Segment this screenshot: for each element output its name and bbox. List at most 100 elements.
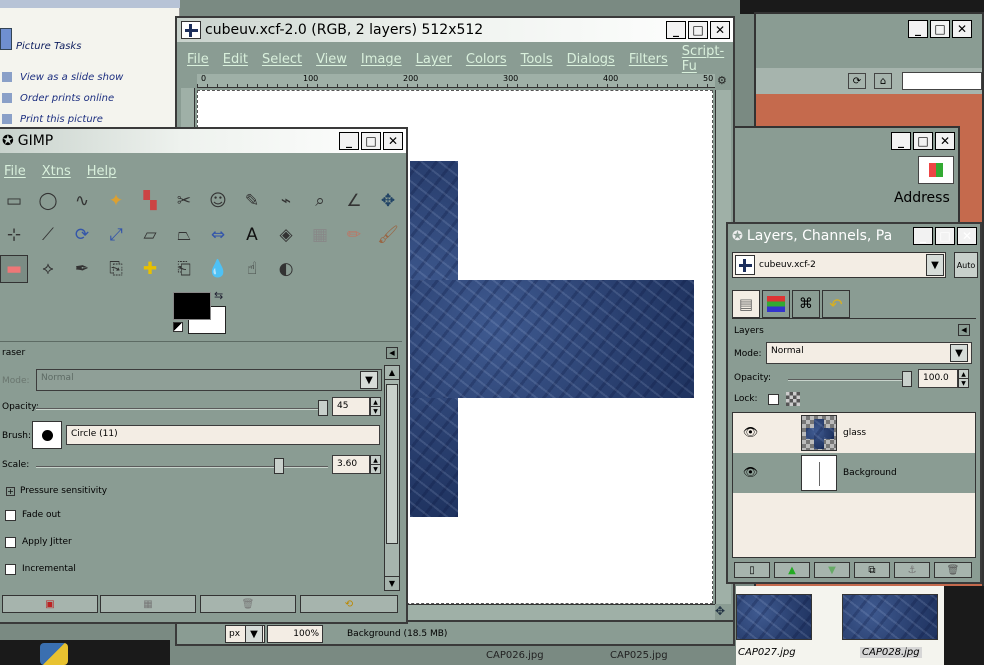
dodge-burn-icon[interactable]: ◐ [272, 255, 300, 283]
scale-field[interactable]: 3.60 [332, 455, 370, 474]
scale-spinner[interactable]: ▲ ▼ [370, 455, 381, 474]
ink-icon[interactable]: ✒ [68, 255, 96, 283]
menu-file[interactable]: File [187, 52, 209, 67]
auto-button[interactable]: Auto [954, 252, 978, 278]
color-picker-icon[interactable]: ⌁ [272, 187, 300, 215]
tab-undo[interactable]: ↶ [822, 290, 850, 318]
tab-paths[interactable]: ⌘ [792, 290, 820, 318]
layer-opacity-spinner[interactable]: ▲ ▼ [958, 369, 969, 388]
minimize-button[interactable]: _ [339, 132, 359, 150]
airbrush-icon[interactable]: ⟡ [34, 255, 62, 283]
opacity-spinner[interactable]: ▲ ▼ [370, 397, 381, 416]
fuzzy-select-icon[interactable]: ✦ [102, 187, 130, 215]
measure-icon[interactable]: ∠ [340, 187, 368, 215]
mode-select[interactable]: Normal [36, 369, 382, 391]
chevron-down-icon[interactable]: ▼ [926, 254, 944, 276]
close-button[interactable]: ✕ [710, 21, 730, 39]
scroll-down-icon[interactable]: ▼ [385, 576, 399, 590]
smudge-icon[interactable]: ☝ [238, 255, 266, 283]
swap-colors-icon[interactable]: ⇆ [214, 289, 223, 302]
default-colors-icon[interactable] [173, 322, 183, 332]
foreground-color-swatch[interactable] [173, 292, 211, 320]
text-icon[interactable]: A [238, 221, 266, 249]
brush-preview[interactable] [32, 421, 62, 449]
explorer-task-slideshow[interactable]: View as a slide show [20, 72, 123, 83]
chevron-down-icon[interactable]: ▼ [245, 625, 263, 643]
maximize-button[interactable]: □ [361, 132, 381, 150]
restore-options-button[interactable]: ▦ [100, 595, 196, 613]
scroll-up-icon[interactable]: ▲ [385, 366, 399, 380]
menu-tools[interactable]: Tools [521, 52, 553, 67]
menu-layer[interactable]: Layer [416, 52, 452, 67]
thumbnail-label-cap027[interactable]: CAP027.jpg [738, 647, 796, 658]
perspective-icon[interactable]: ⏢ [170, 221, 198, 249]
reset-options-button[interactable]: ⟲ [300, 595, 398, 613]
knife-icon[interactable]: ⟋ [34, 221, 62, 249]
apply-jitter-checkbox[interactable] [5, 537, 16, 548]
lower-layer-button[interactable]: ▼ [814, 562, 850, 578]
thumbnail-cap027[interactable] [736, 594, 812, 640]
layer-opacity-slider-track[interactable] [788, 379, 912, 381]
thumbnail-cap028[interactable] [842, 594, 938, 640]
layer-opacity-slider-handle[interactable] [902, 371, 912, 387]
save-options-button[interactable]: ▣ [2, 595, 98, 613]
lasso-icon[interactable]: ∿ [68, 187, 96, 215]
minimize-button[interactable]: _ [908, 20, 928, 38]
scale-slider-track[interactable] [36, 466, 328, 468]
delete-layer-button[interactable]: 🗑 [934, 562, 972, 578]
opacity-slider-track[interactable] [36, 408, 328, 410]
ellipse-select-icon[interactable]: ◯ [34, 187, 62, 215]
scale-slider-handle[interactable] [274, 458, 284, 474]
menu-edit[interactable]: Edit [223, 52, 248, 67]
image-select[interactable]: cubeuv.xcf-2 [732, 252, 946, 278]
layers-menu-icon[interactable]: ◀ [958, 324, 970, 336]
image-window-titlebar[interactable]: cubeuv.xcf-2.0 (RGB, 2 layers) 512x512 _… [177, 18, 733, 42]
pressure-sensitivity-label[interactable]: Pressure sensitivity [20, 486, 107, 496]
eye-icon[interactable]: 👁 [743, 465, 758, 479]
tab-channels[interactable] [762, 290, 790, 318]
close-button[interactable]: ✕ [383, 132, 403, 150]
maximize-button[interactable]: □ [688, 21, 708, 39]
clone-icon[interactable]: ⎘ [102, 255, 130, 283]
blur-icon[interactable]: 💧 [204, 255, 232, 283]
menu-xtns[interactable]: Xtns [42, 164, 71, 179]
layers-titlebar[interactable]: ✪ Layers, Channels, Pa _ □ ✕ [728, 224, 980, 248]
lock-checkbox[interactable] [768, 394, 779, 405]
rect-select-icon[interactable]: ▭ [0, 187, 28, 215]
close-button[interactable]: ✕ [957, 227, 977, 245]
raise-layer-button[interactable]: ▲ [774, 562, 810, 578]
pencil-icon[interactable]: ✏ [340, 221, 368, 249]
menu-view[interactable]: View [316, 52, 347, 67]
toolbox-titlebar[interactable]: ✪ GIMP _ □ ✕ [0, 129, 406, 153]
perspective-clone-icon[interactable]: ⎗ [170, 255, 198, 283]
layer-row[interactable]: 👁 glass [733, 413, 975, 453]
refresh-icon[interactable]: ⟳ [848, 73, 866, 89]
layer-row[interactable]: 👁 Background [733, 453, 975, 493]
chevron-down-icon[interactable]: ▼ [950, 344, 968, 362]
maximize-button[interactable]: □ [935, 227, 955, 245]
python-icon[interactable] [40, 643, 68, 665]
paths-icon[interactable]: ✎ [238, 187, 266, 215]
explorer-task-print[interactable]: Print this picture [20, 114, 103, 125]
chevron-down-icon[interactable]: ▼ [360, 371, 378, 389]
thumbnail-label-cap028[interactable]: CAP028.jpg [860, 647, 922, 658]
menu-help[interactable]: Help [87, 164, 117, 179]
new-layer-button[interactable]: ▯ [734, 562, 770, 578]
maximize-button[interactable]: □ [913, 132, 933, 150]
move-icon[interactable]: ✥ [374, 187, 402, 215]
shear-icon[interactable]: ▱ [136, 221, 164, 249]
zoom-field[interactable]: 100% [267, 625, 323, 643]
fade-out-checkbox[interactable] [5, 510, 16, 521]
color-select-icon[interactable]: ▚ [136, 187, 164, 215]
browser-url-field[interactable] [902, 72, 982, 90]
paintbrush-icon[interactable]: 🖌 [374, 221, 402, 249]
layer-mode-select[interactable]: Normal [766, 342, 972, 364]
foreground-select-icon[interactable]: ☺ [204, 187, 232, 215]
opacity-slider-handle[interactable] [318, 400, 328, 416]
delete-options-button[interactable]: 🗑 [200, 595, 296, 613]
menu-file[interactable]: File [4, 164, 26, 179]
minimize-button[interactable]: _ [666, 21, 686, 39]
minimize-button[interactable]: _ [891, 132, 911, 150]
flip-icon[interactable]: ⇔ [204, 221, 232, 249]
align-icon[interactable]: ⊹ [0, 221, 28, 249]
